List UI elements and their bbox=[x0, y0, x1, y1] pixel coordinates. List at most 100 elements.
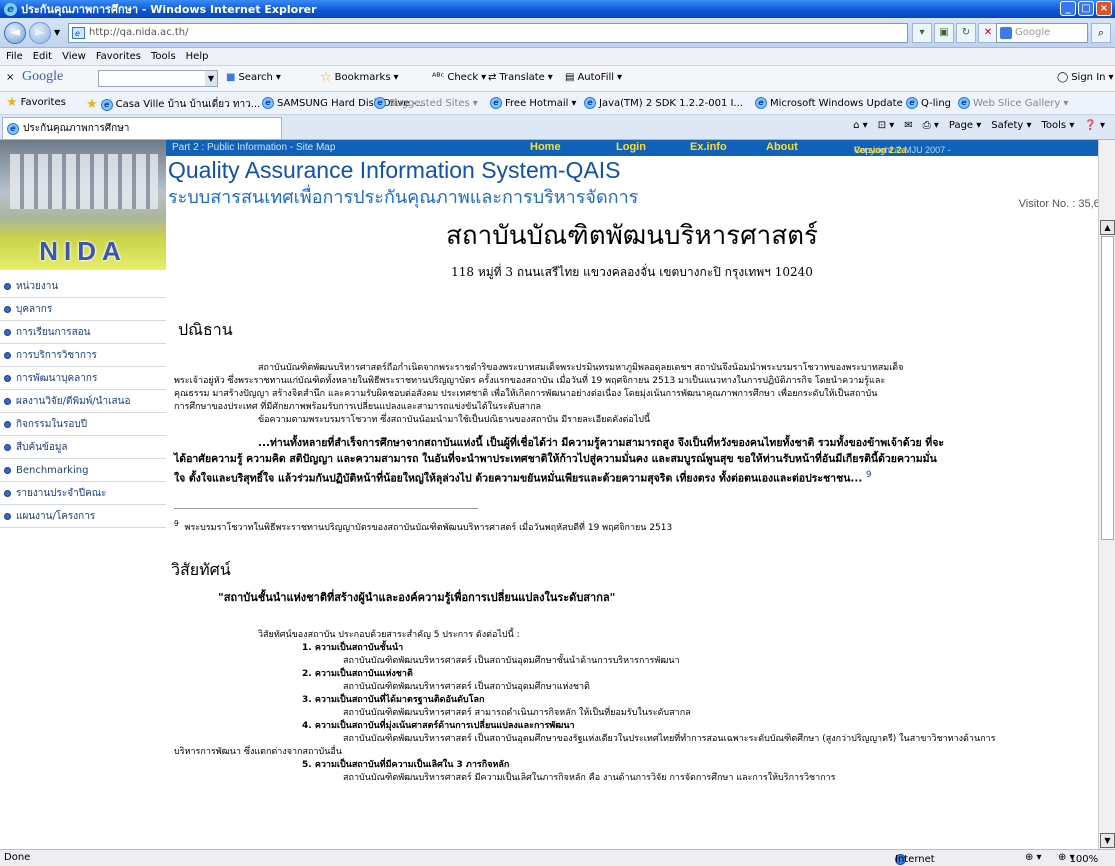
tab-bar: e ประกันคุณภาพการศึกษา ⌂ ▾ ⊡ ▾ ✉ ⎙ ▾ Pag… bbox=[0, 115, 1115, 140]
ie-page-icon: e bbox=[374, 97, 386, 109]
search-button[interactable]: ⌕ bbox=[1091, 23, 1111, 43]
sidebar-item-departments[interactable]: หน่วยงาน bbox=[0, 275, 166, 298]
bullet-icon bbox=[4, 420, 11, 428]
favorite-item[interactable]: e Java(TM) 2 SDK 1.2.2-001 I... bbox=[584, 97, 743, 109]
vision-intro: วิสัยทัศน์ของสถาบัน ประกอบด้วยสาระสำคัญ … bbox=[258, 630, 520, 640]
scroll-down-icon[interactable]: ▼ bbox=[1100, 833, 1115, 848]
page-menu[interactable]: Page ▾ bbox=[949, 120, 981, 131]
autofill-icon: ▤ bbox=[565, 72, 575, 83]
sidebar-item-research[interactable]: ผลงานวิจัย/ตีพิมพ์/นำเสนอ bbox=[0, 390, 166, 413]
ie-page-icon: e bbox=[7, 122, 19, 135]
bullet-icon bbox=[4, 282, 11, 290]
sidebar-item-teaching[interactable]: การเรียนการสอน bbox=[0, 321, 166, 344]
home-icon[interactable]: ⌂ ▾ bbox=[853, 120, 868, 131]
ie-logo-icon: e bbox=[4, 2, 17, 16]
favorites-button[interactable]: ★ Favorites bbox=[6, 96, 66, 109]
pledge-line: คุณธรรม มาสร้างปัญญา สร้างจิตสำนึก และคว… bbox=[174, 389, 878, 399]
nav-home[interactable]: Home bbox=[530, 141, 561, 153]
page-viewport: NIDA Part 2 : Public Information - Site … bbox=[0, 140, 1115, 849]
sidebar-item-search[interactable]: สืบค้นข้อมูล bbox=[0, 436, 166, 459]
window-titlebar: e ประกันคุณภาพการศึกษา - Windows Interne… bbox=[0, 0, 1115, 18]
heading-pledge: ปณิธาน bbox=[178, 320, 233, 339]
zoom-control[interactable]: ⊕ 100% ▾ bbox=[1058, 852, 1098, 865]
pledge-line: ข้อความตามพระบรมราโชวาท ซึ่งสถาบันน้อมนำ… bbox=[258, 415, 651, 425]
nav-about[interactable]: About bbox=[766, 141, 798, 153]
minimize-button[interactable]: _ bbox=[1060, 1, 1076, 16]
toolbar-close-icon[interactable]: × bbox=[6, 72, 14, 83]
royal-speech-line: ...ท่านทั้งหลายที่สำเร็จการศึกษาจากสถาบั… bbox=[258, 437, 945, 449]
autofill-button[interactable]: ▤ AutoFill ▾ bbox=[565, 72, 622, 83]
refresh-icon[interactable]: ↻ bbox=[956, 23, 976, 43]
ie-page-icon: e bbox=[100, 98, 113, 111]
maximize-button[interactable]: □ bbox=[1078, 1, 1094, 16]
menu-help[interactable]: Help bbox=[186, 51, 209, 62]
mail-icon[interactable]: ✉ bbox=[904, 120, 912, 131]
bullet-icon bbox=[4, 305, 11, 313]
institute-address: 118 หมู่ที่ 3 ถนนเสรีไทย แขวงคลองจั่น เข… bbox=[451, 265, 813, 279]
menu-tools[interactable]: Tools bbox=[151, 51, 176, 62]
sidebar-item-staff-development[interactable]: การพัฒนาบุคลากร bbox=[0, 367, 166, 390]
compat-view-icon[interactable]: ▣ bbox=[934, 23, 954, 43]
star-icon: ☆ bbox=[320, 69, 332, 85]
protected-mode-icon[interactable]: ⊕ ▾ bbox=[1025, 852, 1042, 863]
nav-exinfo[interactable]: Ex.info bbox=[690, 141, 727, 153]
url-input[interactable]: e http://qa.nida.ac.th/ bbox=[68, 23, 908, 43]
print-icon[interactable]: ⎙ ▾ bbox=[923, 120, 939, 131]
url-dropdown-button[interactable]: ▾ bbox=[912, 23, 932, 43]
scroll-up-icon[interactable]: ▲ bbox=[1100, 220, 1115, 235]
status-bar: Done Internet ⊕ ▾ ⊕ 100% ▾ bbox=[0, 849, 1115, 866]
google-search-icon bbox=[1000, 27, 1012, 39]
google-search-field[interactable]: ▼ bbox=[98, 70, 218, 87]
stop-icon[interactable]: ✕ bbox=[978, 23, 998, 43]
safety-menu[interactable]: Safety ▾ bbox=[991, 120, 1031, 131]
sidebar-item-activities[interactable]: กิจกรรมในรอบปี bbox=[0, 413, 166, 436]
menu-edit[interactable]: Edit bbox=[33, 51, 52, 62]
scroll-thumb[interactable] bbox=[1101, 236, 1114, 540]
nav-login[interactable]: Login bbox=[616, 141, 646, 153]
footnote-ref[interactable]: 9 bbox=[866, 470, 872, 480]
translate-button[interactable]: ⇄ Translate ▾ bbox=[488, 72, 553, 83]
sidebar-item-academic-service[interactable]: การบริการวิชาการ bbox=[0, 344, 166, 367]
chevron-down-icon[interactable]: ▼ bbox=[205, 71, 217, 86]
address-bar: ◄ ► ▼ e http://qa.nida.ac.th/ ▾ ▣ ↻ ✕ Go… bbox=[0, 18, 1115, 48]
check-button[interactable]: ᴬᴮᶜ Check ▾ bbox=[432, 72, 486, 83]
institute-name: สถาบันบัณฑิตพัฒนบริหารศาสตร์ bbox=[446, 221, 818, 251]
bullet-icon bbox=[4, 397, 11, 405]
sidebar-item-benchmarking[interactable]: Benchmarking bbox=[0, 459, 166, 482]
menu-view[interactable]: View bbox=[62, 51, 86, 62]
vision-point-heading: 1. ความเป็นสถาบันชั้นนำ bbox=[302, 643, 404, 653]
google-search-icon: ■ bbox=[226, 72, 236, 83]
signin-button[interactable]: ◯ Sign In ▾ bbox=[1057, 72, 1114, 83]
favorite-item[interactable]: e Web Slice Gallery ▾ bbox=[958, 97, 1068, 109]
help-icon[interactable]: ❓ ▾ bbox=[1084, 120, 1105, 131]
vision-point-heading: 2. ความเป็นสถาบันแห่งชาติ bbox=[302, 669, 413, 679]
ie-page-icon: e bbox=[490, 97, 502, 109]
sidebar-item-annual-report[interactable]: รายงานประจำปีคณะ bbox=[0, 482, 166, 505]
feeds-icon[interactable]: ⊡ ▾ bbox=[878, 120, 895, 131]
bookmarks-button[interactable]: ☆ Bookmarks ▾ bbox=[320, 69, 399, 85]
favorite-item[interactable]: ★ e Casa Ville บ้าน บ้านเดี่ยว ทาว... bbox=[86, 97, 260, 112]
vision-point-text: สถาบันบัณฑิตพัฒนบริหารศาสตร์ มีความเป็นเ… bbox=[343, 773, 836, 783]
forward-button[interactable]: ► bbox=[29, 22, 51, 44]
pledge-line: พระเจ้าอยู่หัว ซึ่งพระราชทานแก่บัณฑิตทั้… bbox=[174, 376, 886, 386]
sidebar-item-plans[interactable]: แผนงาน/โครงการ bbox=[0, 505, 166, 528]
tab-current[interactable]: e ประกันคุณภาพการศึกษา bbox=[2, 117, 282, 139]
close-button[interactable]: × bbox=[1096, 1, 1112, 16]
tools-menu[interactable]: Tools ▾ bbox=[1042, 120, 1075, 131]
favorite-item[interactable]: e Free Hotmail ▾ bbox=[490, 97, 576, 109]
favorite-item[interactable]: e Q-ling bbox=[906, 97, 951, 109]
menu-favorites[interactable]: Favorites bbox=[96, 51, 141, 62]
back-button[interactable]: ◄ bbox=[4, 22, 26, 44]
favorite-item[interactable]: e Microsoft Windows Update bbox=[755, 97, 903, 109]
sidebar-item-personnel[interactable]: บุคลากร bbox=[0, 298, 166, 321]
window-title: ประกันคุณภาพการศึกษา - Windows Internet … bbox=[21, 3, 317, 16]
google-search-button[interactable]: ■ Search ▾ bbox=[226, 72, 281, 83]
history-dropdown-icon[interactable]: ▼ bbox=[54, 28, 60, 37]
menu-file[interactable]: File bbox=[6, 51, 23, 62]
search-input[interactable]: Google bbox=[996, 23, 1088, 43]
heading-vision: วิสัยทัศน์ bbox=[171, 560, 231, 579]
vision-statement: "สถาบันชั้นนำแห่งชาติที่สร้างผู้นำและองค… bbox=[218, 591, 616, 604]
vertical-scrollbar[interactable]: ▲ ▼ bbox=[1098, 140, 1115, 849]
ie-page-icon: e bbox=[906, 97, 918, 109]
favorite-item[interactable]: e Suggested Sites ▾ bbox=[374, 97, 478, 109]
